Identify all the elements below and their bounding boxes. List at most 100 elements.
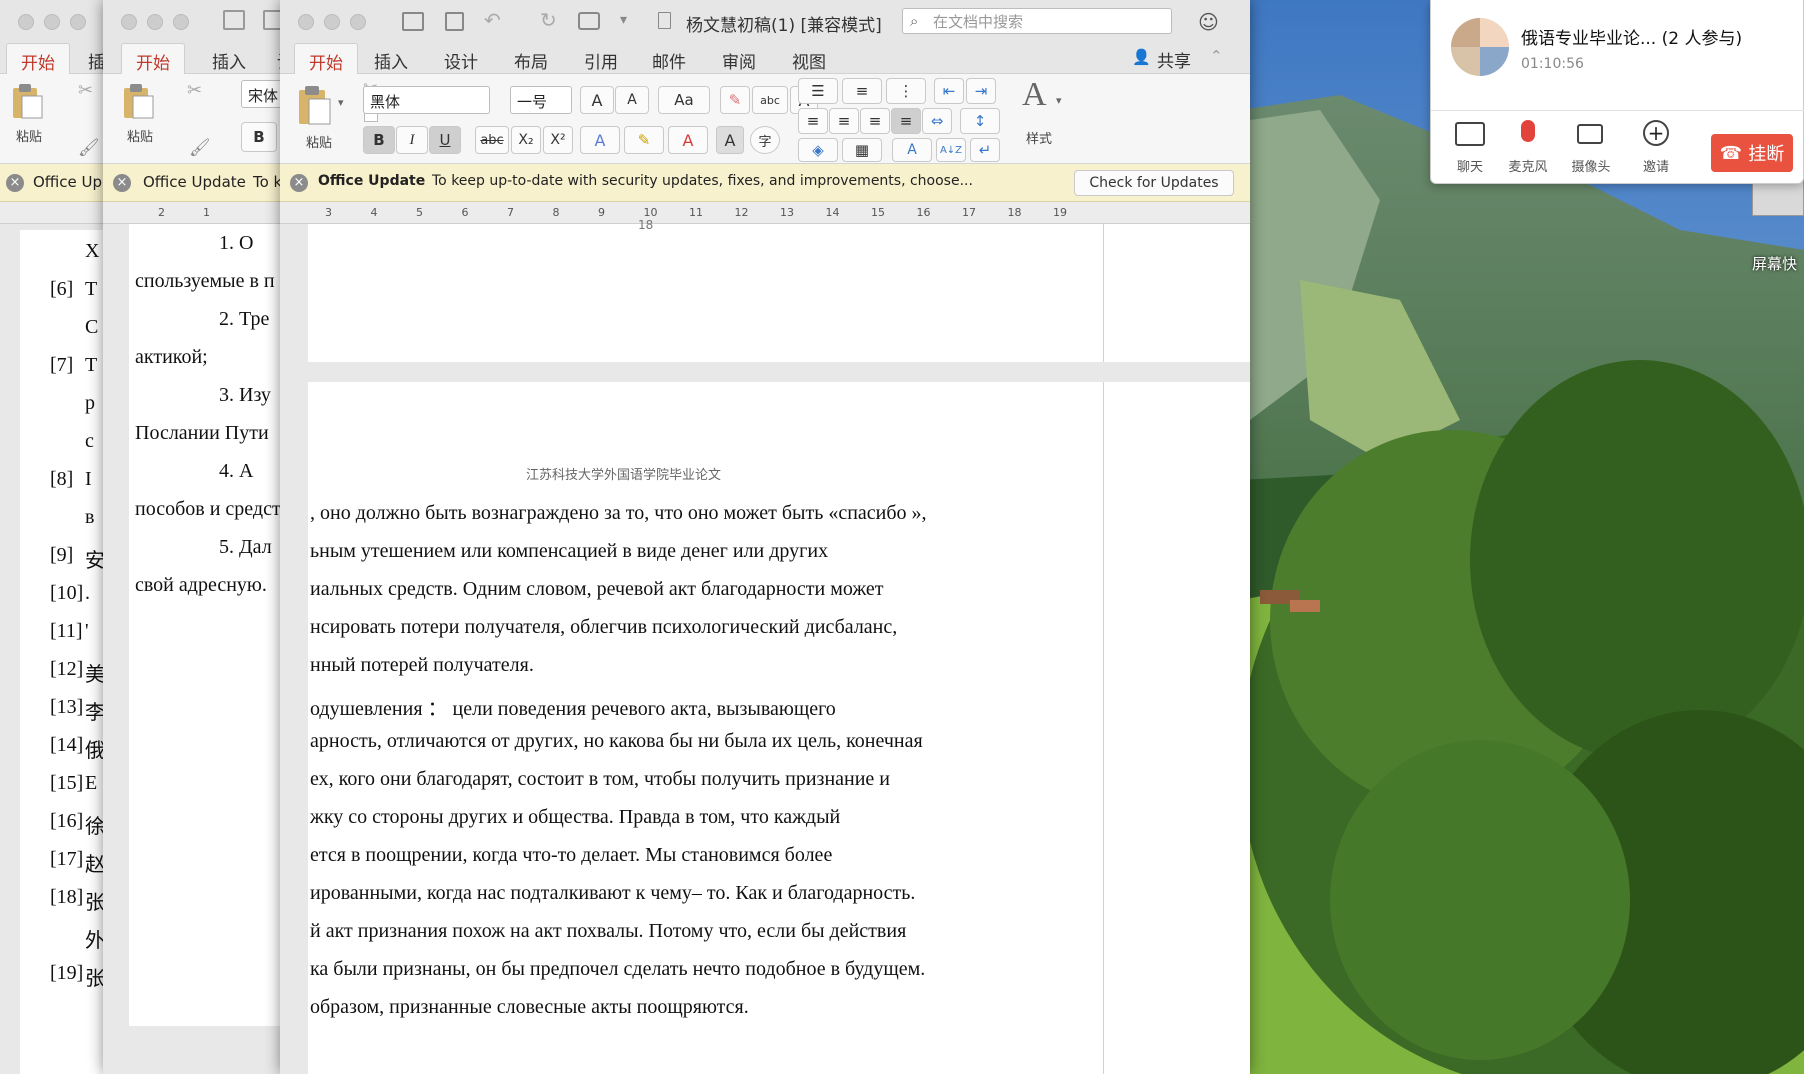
tab-home[interactable]: 开始 [294,43,358,74]
share-button[interactable]: 共享 [1157,47,1191,72]
document-page[interactable]: 1. O спользуемые в п 2. Тре актикой; 3. Изу П… [129,224,303,1026]
minimize-button[interactable] [147,14,163,30]
styles-icon[interactable]: A [1022,76,1047,114]
underline-button[interactable]: U [429,126,461,154]
styles-dropdown-icon[interactable]: ▾ [1056,94,1062,107]
invite-icon[interactable]: + [1643,120,1669,146]
camera-button[interactable]: 摄像头 [1561,156,1621,175]
close-button[interactable] [18,14,34,30]
align-right-icon[interactable]: ≡ [860,108,890,134]
word-window-middle[interactable]: 开始 插入 设 粘贴 ✂ 🖌 宋体 B × Office Update To k… [103,0,303,1074]
zoom-button[interactable] [173,14,189,30]
print-icon[interactable] [578,12,600,30]
distributed-icon[interactable]: ⇔ [922,108,952,134]
tab-design[interactable]: 设计 [430,43,492,74]
align-left-icon[interactable]: ≡ [798,108,828,134]
sidebar-toggle-icon[interactable] [223,10,245,30]
multilevel-list-icon[interactable]: ⋮ [886,78,926,104]
dismiss-update-icon[interactable]: × [6,174,24,192]
chat-icon[interactable] [1455,122,1485,146]
char-shading-button[interactable]: A [716,126,744,154]
tab-mailings[interactable]: 邮件 [638,43,700,74]
bold-button[interactable]: B [363,126,395,154]
tab-home[interactable]: 开始 [121,43,185,74]
highlight-color-button[interactable]: ✎ [624,126,664,154]
justify-icon[interactable]: ≡ [891,108,921,134]
document-area[interactable]: 18 江苏科技大学外国语学院毕业论文 , оно должно быть воз… [280,218,1250,1074]
word-window-front[interactable]: ↶ ↻ ▾ 杨文慧初稿(1) [兼容模式] 在文档中搜索 ⌕ ☺ 开始 插入 设… [280,0,1250,1074]
horizontal-ruler[interactable] [0,202,115,224]
italic-button[interactable]: I [396,126,428,154]
font-size-field[interactable]: 一号 [510,86,572,114]
font-name-field[interactable]: 黑体 [363,86,490,114]
zoom-button[interactable] [350,14,366,30]
format-painter-icon[interactable]: 🖌 [189,138,211,158]
dismiss-update-icon[interactable]: × [290,174,308,192]
customize-toolbar-icon[interactable]: ▾ [620,12,627,28]
asian-layout-button[interactable]: A [892,138,932,162]
borders-icon[interactable]: ▦ [842,138,882,162]
title-bar[interactable]: ↶ ↻ ▾ 杨文慧初稿(1) [兼容模式] 在文档中搜索 ⌕ ☺ [280,0,1250,42]
collapse-ribbon-icon[interactable]: ⌃ [1210,47,1223,65]
zoom-button[interactable] [70,14,86,30]
subscript-button[interactable]: X₂ [511,126,541,154]
title-bar[interactable] [0,0,115,42]
microphone-icon[interactable] [1521,120,1535,142]
tab-home[interactable]: 开始 [6,43,70,74]
document-page[interactable]: 江苏科技大学外国语学院毕业论文 , оно должно быть вознаг… [308,382,1250,1074]
paste-dropdown-icon[interactable]: ▾ [338,96,344,109]
tab-view[interactable]: 视图 [778,43,840,74]
line-spacing-icon[interactable]: ↕ [960,108,1000,134]
format-painter-icon[interactable]: 🖌 [78,138,100,158]
show-marks-icon[interactable]: ↵ [970,138,1000,162]
undo-icon[interactable]: ↶ [484,8,501,32]
cut-icon[interactable]: ✂ [187,80,202,101]
cut-icon[interactable]: ✂ [78,80,93,101]
clear-format-icon[interactable]: ✎ [720,86,750,114]
horizontal-ruler[interactable]: 3 4 5 6 7 8 9 10 11 12 13 14 15 16 17 18 19 [280,202,1250,224]
tab-insert[interactable]: 插入 [360,43,422,74]
title-bar[interactable] [103,0,303,42]
horizontal-ruler[interactable]: 2 1 [103,202,303,224]
paste-icon[interactable] [10,82,44,120]
strikethrough-button[interactable]: abc [475,126,509,154]
paste-icon[interactable] [121,82,155,120]
font-color-button[interactable]: A [668,126,708,154]
numbering-icon[interactable]: ≡ [842,78,882,104]
shading-icon[interactable]: ◈ [798,138,838,162]
check-for-updates-button[interactable]: Check for Updates [1074,170,1234,196]
tab-review[interactable]: 审阅 [708,43,770,74]
bullets-icon[interactable]: ☰ [798,78,838,104]
tab-layout[interactable]: 布局 [500,43,562,74]
meeting-panel[interactable]: 俄语专业毕业论... (2 人参与) 01:10:56 聊天 麦克风 摄像头 +… [1430,0,1804,184]
decrease-indent-icon[interactable]: ⇤ [934,78,964,104]
minimize-button[interactable] [324,14,340,30]
feedback-smiley-icon[interactable]: ☺ [1198,10,1219,34]
change-case-button[interactable]: Aa [658,86,710,114]
previous-page[interactable]: 18 [308,218,1250,362]
phonetic-guide-button[interactable]: abc [752,86,788,114]
invite-button[interactable]: 邀请 [1626,156,1686,175]
grow-font-button[interactable]: A [580,86,614,114]
increase-indent-icon[interactable]: ⇥ [966,78,996,104]
paste-icon[interactable] [296,84,332,126]
word-window-back[interactable]: 开始 插 粘贴 ✂ 🖌 × Office Up X [6] T C [7] Tр с [8] I… [0,0,115,1074]
tab-references[interactable]: 引用 [570,43,632,74]
hang-up-button[interactable]: ☎ 挂断 [1711,134,1793,172]
sidebar-toggle-icon[interactable] [402,12,424,31]
superscript-button[interactable]: X² [543,126,573,154]
dismiss-update-icon[interactable]: × [113,174,131,192]
text-effects-button[interactable]: A [580,126,620,154]
camera-icon[interactable] [1577,124,1603,144]
enclose-char-button[interactable]: 字 [750,126,780,154]
microphone-button[interactable]: 麦克风 [1498,156,1558,175]
sort-button[interactable]: A↓Z [936,138,966,162]
align-center-icon[interactable]: ≡ [829,108,859,134]
tab-insert[interactable]: 插入 [198,43,260,74]
minimize-button[interactable] [44,14,60,30]
bold-button[interactable]: B [241,122,277,152]
redo-icon[interactable]: ↻ [540,8,557,32]
save-icon[interactable] [445,12,464,31]
close-button[interactable] [298,14,314,30]
chat-button[interactable]: 聊天 [1440,156,1500,175]
